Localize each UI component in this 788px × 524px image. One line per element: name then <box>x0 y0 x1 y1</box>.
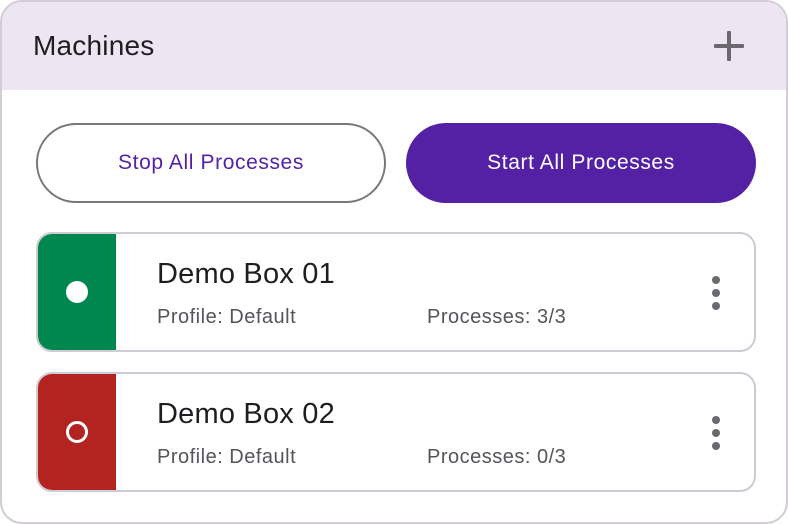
stop-all-processes-button[interactable]: Stop All Processes <box>36 123 386 203</box>
panel-header: Machines <box>2 2 786 90</box>
dot <box>712 416 720 424</box>
dot <box>712 276 720 284</box>
machine-name: Demo Box 02 <box>157 398 335 430</box>
status-indicator-stopped <box>38 374 116 490</box>
panel-title: Machines <box>33 30 155 61</box>
machine-profile: Profile: Default <box>157 306 297 328</box>
dot <box>712 302 720 310</box>
machine-process-count: Processes: 3/3 <box>427 306 567 328</box>
machine-card-demo-box-02[interactable]: Demo Box 02 Profile: Default Processes: … <box>36 372 756 492</box>
dot <box>712 442 720 450</box>
machine-process-count: Processes: 0/3 <box>427 446 567 468</box>
dot <box>712 429 720 437</box>
status-indicator-running <box>38 234 116 350</box>
machine-card-demo-box-01[interactable]: Demo Box 01 Profile: Default Processes: … <box>36 232 756 352</box>
plus-icon[interactable] <box>712 29 746 63</box>
hollow-circle-icon <box>66 421 88 443</box>
machine-name: Demo Box 01 <box>157 258 335 290</box>
machines-panel: Machines Stop All Processes Start All Pr… <box>0 0 788 524</box>
more-vert-icon[interactable] <box>702 274 730 312</box>
start-all-processes-button[interactable]: Start All Processes <box>406 123 756 203</box>
filled-circle-icon <box>66 281 88 303</box>
dot <box>712 289 720 297</box>
bulk-actions: Stop All Processes Start All Processes <box>36 123 756 203</box>
machine-profile: Profile: Default <box>157 446 297 468</box>
more-vert-icon[interactable] <box>702 414 730 452</box>
